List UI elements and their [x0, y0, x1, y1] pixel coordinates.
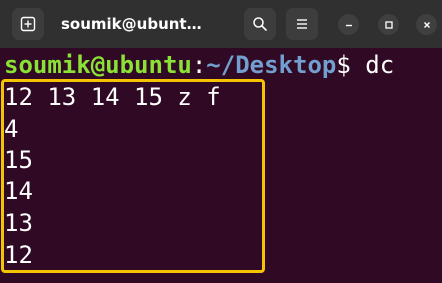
output-line: 13 — [4, 209, 33, 237]
input-line: 12 13 14 15 z f — [4, 83, 221, 111]
maximize-button[interactable] — [378, 14, 399, 35]
minimize-button[interactable] — [338, 14, 359, 35]
minimize-icon — [345, 24, 352, 26]
close-button[interactable] — [416, 14, 437, 35]
search-icon — [253, 17, 267, 31]
terminal-body[interactable]: soumik@ubuntu:~/Desktop$ dc 12 13 14 15 … — [0, 48, 442, 283]
terminal-window: soumik@ubunt… soumik@ubuntu:~/Desktop$ d… — [0, 0, 442, 283]
close-icon — [423, 21, 430, 28]
new-tab-button[interactable] — [12, 8, 44, 40]
output-line: 14 — [4, 177, 33, 205]
menu-button[interactable] — [286, 8, 318, 40]
prompt-user-host: soumik@ubuntu — [4, 51, 192, 79]
search-button[interactable] — [244, 8, 276, 40]
title-bar: soumik@ubunt… — [0, 0, 442, 48]
hamburger-menu-icon — [297, 19, 307, 29]
prompt-colon: : — [191, 51, 207, 79]
maximize-icon — [384, 20, 393, 29]
command-text: dc — [350, 51, 395, 79]
prompt-line: soumik@ubuntu:~/Desktop$ dc — [4, 50, 394, 80]
output-line: 15 — [4, 146, 33, 174]
window-title: soumik@ubunt… — [61, 15, 202, 33]
prompt-path: ~/Desktop — [206, 51, 337, 79]
new-tab-icon — [20, 16, 36, 32]
prompt-dollar: $ — [336, 51, 351, 79]
output-line: 4 — [4, 115, 19, 143]
output-line: 12 — [4, 241, 33, 269]
